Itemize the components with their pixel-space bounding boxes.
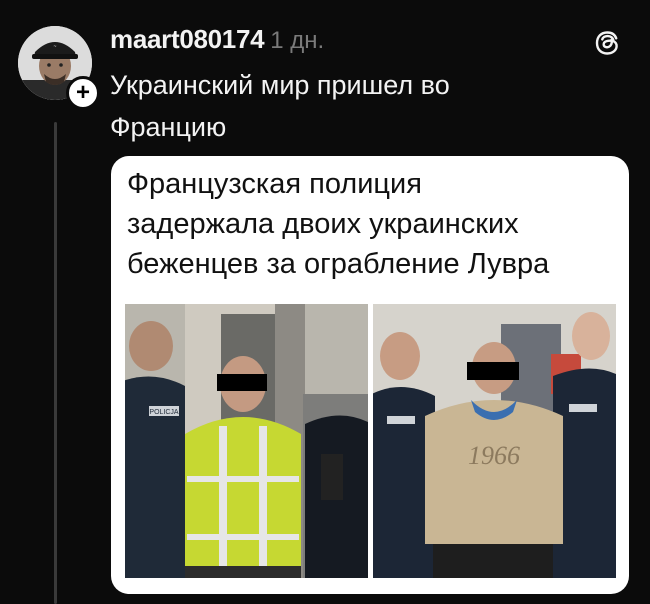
photo-left: POLICJA — [125, 304, 368, 578]
attached-image-card[interactable]: Французская полиция задержала двоих укра… — [111, 156, 629, 594]
username[interactable]: maart080174 — [110, 24, 265, 54]
vest-text: POLICJA — [149, 409, 179, 416]
photo-right: 1966 — [373, 304, 616, 578]
post-text-line: Украинский мир пришел во — [110, 70, 450, 100]
threads-logo-icon[interactable] — [592, 28, 622, 58]
card-headline: Французская полиция задержала двоих укра… — [127, 164, 617, 284]
post-header: maart080174 1 дн. — [110, 24, 630, 60]
card-headline-line: беженцев за ограбление Лувра — [127, 248, 550, 280]
card-headline-line: Французская полиция — [127, 168, 422, 200]
post-text-line: Францию — [110, 112, 227, 142]
card-headline-line: задержала двоих украинских — [127, 208, 519, 240]
timestamp[interactable]: 1 дн. — [270, 27, 324, 54]
post-text: Украинский мир пришел во Францию — [110, 64, 590, 148]
thread-line — [54, 122, 57, 604]
svg-text:~: ~ — [54, 44, 57, 50]
sweatshirt-print: 1966 — [468, 441, 520, 470]
follow-plus-icon[interactable]: + — [66, 76, 100, 110]
